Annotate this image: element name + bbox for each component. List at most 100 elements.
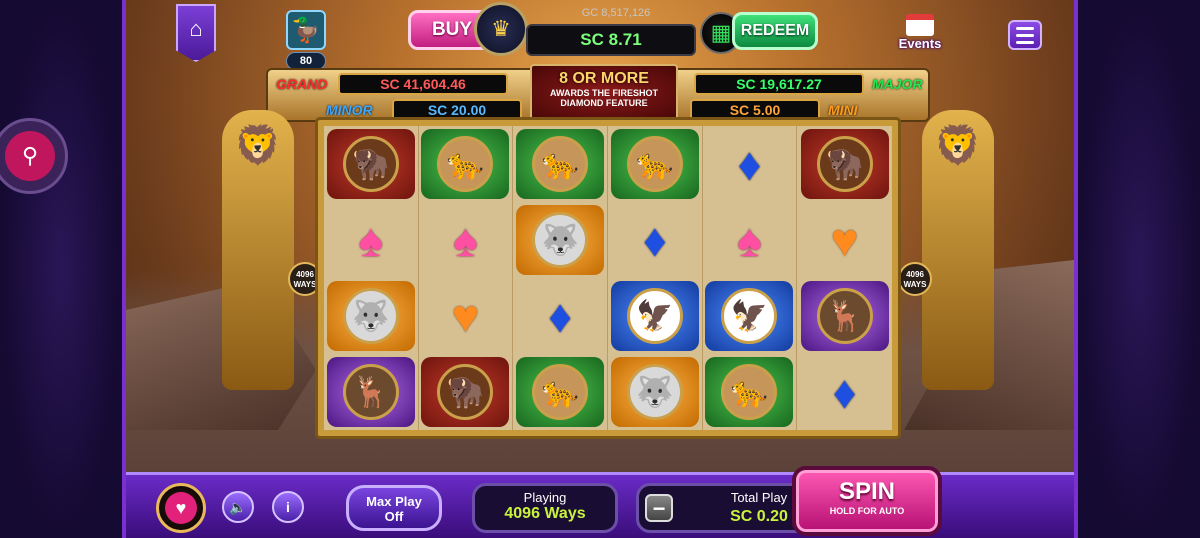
eagle-symbol-icon: 🦅 [610,281,699,351]
playing-ways-display: Playing 4096 Ways [472,483,618,533]
speaker-icon: 🔈 [229,498,247,515]
home-icon: ⌂ [189,16,203,41]
reel-cell: 🦌 [324,354,419,430]
search-button[interactable]: ⚲ [0,118,68,194]
diamond-symbol-icon: ♦ [548,290,572,342]
reel-cell: 🐆 [513,354,608,430]
reels-frame: 🦬 🐆 🐆 🐆 ♦ 🦬 ♠ ♠ 🐺 ♦ ♠ ♥ 🐺 ♥ ♦ 🦅 🦅 🦌 🦌 🦬 🐆 🐺 🐆 ♦ [318,120,898,436]
diamond-symbol-icon: ♦ [832,366,857,418]
cougar-symbol-icon: 🐆 [610,129,699,199]
jackpot-grand: GRAND SC 41,604.46 [276,73,508,95]
reel-cell: 🐆 [703,354,798,430]
jackpot-mini: SC 5.00 MINI [690,99,876,121]
info-icon: i [286,499,290,515]
diamond-symbol-icon: ♦ [643,214,667,266]
spin-sublabel: HOLD FOR AUTO [829,506,905,516]
reel-cell: ♠ [703,202,798,278]
minor-value: SC 20.00 [392,99,522,121]
profile-avatar[interactable]: 🦆 [286,10,326,50]
lion-statue-left: 🦁 [222,110,294,390]
spin-label: SPIN [838,478,895,505]
home-button[interactable]: ⌂ [176,4,216,62]
reel-cell: ♦ [797,354,892,430]
jackpot-major: SC 19,617.27 MAJOR [694,73,926,95]
menu-button[interactable] [1008,20,1042,50]
ways-badge-right: 4096 WAYS [898,262,932,296]
wolf-symbol-icon: 🐺 [326,281,415,351]
reel-cell: 🦅 [608,278,703,354]
ways-badge-left: 4096 WAYS [288,262,322,296]
search-icon: ⚲ [5,131,55,181]
reel-cell: 🦬 [419,354,514,430]
duck-avatar-icon: 🦆 [291,16,321,44]
redeem-button[interactable]: REDEEM [732,12,818,50]
spade-symbol-icon: ♠ [453,214,478,266]
gc-balance: GC 8,517,126 [581,7,651,19]
elk-symbol-icon: 🦌 [800,281,889,351]
reel-cell: 🐺 [608,354,703,430]
jackpot-minor: MINOR SC 20.00 [326,99,522,121]
reel-cell: ♥ [419,278,514,354]
favorite-button[interactable]: ♥ [156,483,206,533]
reel-cell: ♦ [513,278,608,354]
bison-symbol-icon: 🦬 [421,357,510,427]
cougar-symbol-icon: 🐆 [516,129,605,199]
grand-value: SC 41,604.46 [338,73,508,95]
playing-title: Playing [523,490,567,505]
reel-cell: 🐺 [324,278,419,354]
events-label: Events [898,36,942,51]
sc-balance: SC 8.71 [526,24,696,56]
cougar-symbol-icon: 🐆 [421,129,510,199]
spin-button[interactable]: SPIN HOLD FOR AUTO [792,466,942,536]
reel-cell: ♦ [703,126,798,202]
reel-cell: 🐆 [608,126,703,202]
wolf-symbol-icon: 🐺 [610,357,699,427]
mini-value: SC 5.00 [690,99,820,121]
cougar-symbol-icon: 🐆 [705,357,794,427]
reel-cell: 🦬 [797,126,892,202]
reel-cell: ♥ [797,202,892,278]
bison-symbol-icon: 🦬 [800,129,889,199]
max-play-toggle[interactable]: Max Play Off [346,485,442,531]
left-backdrop: ⚲ [0,0,122,538]
slot-game: ⌂ 🦆 80 BUY ♛ GC 8,517,126 SC 8.71 ▦ REDE… [122,0,1078,538]
reel-grid: 🦬 🐆 🐆 🐆 ♦ 🦬 ♠ ♠ 🐺 ♦ ♠ ♥ 🐺 ♥ ♦ 🦅 🦅 🦌 🦌 🦬 🐆 🐺 🐆 ♦ [324,126,892,430]
reel-cell: 🐆 [513,126,608,202]
major-label: MAJOR [872,76,923,92]
lion-statue-right: 🦁 [922,110,994,390]
sound-button[interactable]: 🔈 [222,491,254,523]
diamond-symbol-icon: ♦ [737,138,762,190]
reel-cell: 🦬 [324,126,419,202]
playing-value: 4096 Ways [504,505,586,522]
reel-cell: ♠ [419,202,514,278]
feature-subtitle: AWARDS THE FIRESHOT DIAMOND FEATURE [549,88,658,108]
eagle-symbol-icon: 🦅 [705,281,794,351]
bison-symbol-icon: 🦬 [326,129,415,199]
mini-label: MINI [828,102,858,118]
heart-symbol-icon: ♥ [831,214,859,266]
major-value: SC 19,617.27 [694,73,864,95]
spade-symbol-icon: ♠ [358,214,384,266]
cougar-symbol-icon: 🐆 [516,357,605,427]
spade-symbol-icon: ♠ [737,214,762,266]
calendar-icon [906,14,934,36]
reel-cell: ♦ [608,202,703,278]
hamburger-menu-icon [1016,26,1034,30]
feature-title: 8 OR MORE [559,70,649,87]
heart-icon: ♥ [165,492,197,524]
events-button[interactable]: Events [894,14,946,56]
right-backdrop [1078,0,1200,538]
elk-symbol-icon: 🦌 [326,357,415,427]
fireshot-feature-banner: 8 OR MORE AWARDS THE FIRESHOT DIAMOND FE… [530,64,678,120]
crown-icon: ♛ [474,2,528,56]
reel-cell: 🦅 [703,278,798,354]
reel-cell: 🐆 [419,126,514,202]
heart-symbol-icon: ♥ [451,290,480,342]
reel-cell: 🐺 [513,202,608,278]
info-button[interactable]: i [272,491,304,523]
grand-label: GRAND [276,76,328,92]
reel-cell: ♠ [324,202,419,278]
reel-cell: 🦌 [797,278,892,354]
minor-label: MINOR [326,102,373,118]
wolf-symbol-icon: 🐺 [516,205,605,275]
